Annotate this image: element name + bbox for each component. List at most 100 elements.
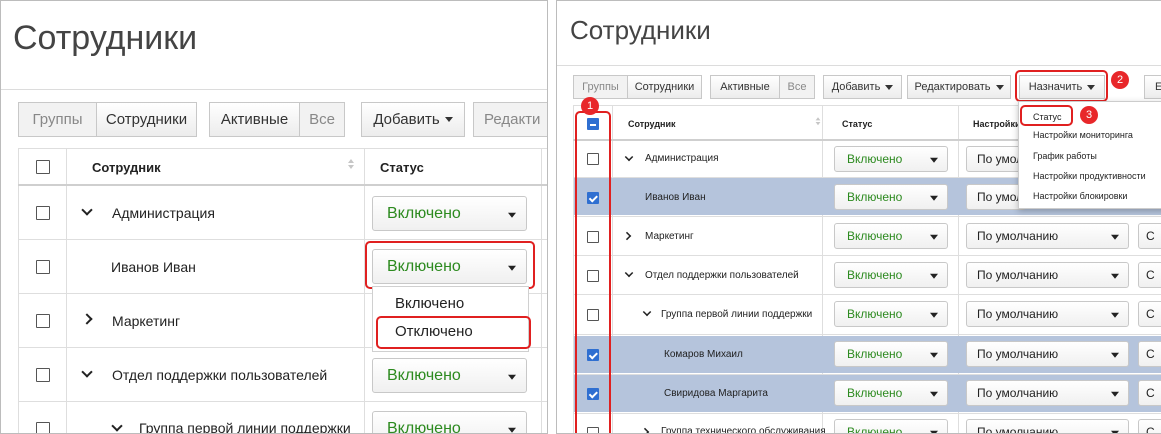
title-divider xyxy=(557,65,1161,66)
status-select[interactable]: Включено xyxy=(834,380,948,406)
settings-select[interactable]: По умолчанию xyxy=(966,380,1129,406)
filter-group: Группы Сотрудники xyxy=(573,75,702,99)
employee-column-header[interactable]: Сотрудник xyxy=(92,160,161,175)
step-badge-3: 3 xyxy=(1080,106,1098,124)
row-divider xyxy=(18,239,547,240)
row-name: Администрация xyxy=(112,205,215,221)
caret-down-icon xyxy=(930,391,938,397)
groups-button[interactable]: Группы xyxy=(18,102,97,137)
row-checkbox[interactable] xyxy=(36,368,50,382)
chevron-down-icon[interactable] xyxy=(111,420,123,432)
caret-down-icon xyxy=(1111,312,1119,318)
caret-down-icon xyxy=(995,84,1004,90)
row-name: Отдел поддержки пользователей xyxy=(645,270,799,281)
chevron-right-icon[interactable] xyxy=(622,231,632,241)
row-name: Иванов Иван xyxy=(111,259,196,275)
status-select[interactable]: Включено xyxy=(834,341,948,367)
chevron-down-icon[interactable] xyxy=(624,268,634,278)
status-select[interactable]: Включено xyxy=(834,419,948,433)
employee-column-header[interactable]: Сотрудник xyxy=(628,119,676,129)
row-name: Группа первой линии поддержки xyxy=(139,420,351,434)
status-select[interactable]: Включено xyxy=(834,223,948,249)
groups-button[interactable]: Группы xyxy=(573,75,628,99)
settings-select[interactable]: По умол xyxy=(966,184,1026,210)
assign-menu-schedule[interactable]: График работы xyxy=(1033,151,1097,161)
employees-button[interactable]: Сотрудники xyxy=(96,102,197,137)
status-select[interactable]: Включено xyxy=(834,262,948,288)
left-panel: Сотрудники Группы Сотрудники Активные Вс… xyxy=(0,0,548,434)
status-select[interactable]: Включено xyxy=(372,411,527,433)
option-highlight xyxy=(376,316,531,349)
status-select[interactable]: Включено xyxy=(834,301,948,327)
settings-select[interactable]: По умолчанию xyxy=(966,223,1129,249)
add-button-label: Добавить xyxy=(373,111,440,128)
settings-select[interactable]: По умолчанию xyxy=(966,341,1129,367)
row-divider xyxy=(573,255,1161,256)
chevron-down-icon[interactable] xyxy=(624,152,634,162)
chevron-down-icon[interactable] xyxy=(642,307,652,317)
settings-value: По умолчанию xyxy=(977,229,1059,243)
add-button[interactable]: Добавить xyxy=(823,75,902,99)
settings-value: По умолчанию xyxy=(977,347,1059,361)
row-checkbox[interactable] xyxy=(36,422,50,433)
row-checkbox[interactable] xyxy=(36,206,50,220)
chevron-right-icon[interactable] xyxy=(640,427,650,433)
sort-icon[interactable] xyxy=(815,117,821,127)
header-divider xyxy=(18,184,547,186)
extra-select[interactable]: С xyxy=(1138,341,1161,367)
status-select[interactable]: Включено xyxy=(372,196,527,231)
status-select[interactable]: Включено xyxy=(834,146,948,172)
employees-button[interactable]: Сотрудники xyxy=(627,75,702,99)
status-value: Включено xyxy=(847,347,903,361)
right-panel: Сотрудники Группы Сотрудники Активные Вс… xyxy=(556,0,1161,434)
extra-select[interactable]: С xyxy=(1138,380,1161,406)
edit-button[interactable]: Редактировать xyxy=(907,75,1011,99)
page-title: Сотрудники xyxy=(570,15,711,45)
row-name: Маркетинг xyxy=(645,231,694,242)
extra-button[interactable]: Е xyxy=(1144,75,1161,99)
caret-down-icon xyxy=(508,212,516,218)
extra-select[interactable]: С xyxy=(1138,419,1161,433)
extra-value: С xyxy=(1146,347,1155,361)
add-button[interactable]: Добавить xyxy=(361,102,465,137)
chevron-down-icon[interactable] xyxy=(81,204,93,216)
assign-menu-blocking[interactable]: Настройки блокировки xyxy=(1033,191,1127,201)
row-checkbox[interactable] xyxy=(36,314,50,328)
status-select[interactable]: Включено xyxy=(372,358,527,393)
add-button-label: Добавить xyxy=(831,81,881,93)
sort-icon[interactable] xyxy=(348,159,354,171)
status-column-header: Статус xyxy=(842,119,873,129)
active-button[interactable]: Активные xyxy=(209,102,300,137)
status-select[interactable]: Включено xyxy=(834,184,948,210)
status-value: Включено xyxy=(847,190,903,204)
extra-select[interactable]: С xyxy=(1138,301,1161,327)
caret-down-icon xyxy=(1111,391,1119,397)
settings-select[interactable]: По умолчанию xyxy=(966,419,1129,433)
caret-down-icon xyxy=(508,374,516,380)
active-button[interactable]: Активные xyxy=(710,75,780,99)
all-button[interactable]: Все xyxy=(299,102,345,137)
status-value: Включено xyxy=(847,268,903,282)
settings-value: По умолчанию xyxy=(977,386,1059,400)
step-badge-2: 2 xyxy=(1111,71,1129,89)
extra-value: С xyxy=(1146,268,1155,282)
settings-select[interactable]: По умолчанию xyxy=(966,262,1129,288)
status-option-on[interactable]: Включено xyxy=(395,295,464,312)
chevron-down-icon[interactable] xyxy=(81,366,93,378)
extra-select[interactable]: С xyxy=(1138,223,1161,249)
status-value: Включено xyxy=(387,204,461,222)
title-divider xyxy=(1,89,547,90)
settings-select[interactable]: По умол xyxy=(966,146,1026,172)
row-checkbox[interactable] xyxy=(36,260,50,274)
all-button[interactable]: Все xyxy=(779,75,815,99)
status-item-highlight xyxy=(1020,105,1073,126)
assign-menu-productivity[interactable]: Настройки продуктивности xyxy=(1033,171,1146,181)
select-all-checkbox[interactable] xyxy=(36,160,50,174)
checkbox-column-highlight xyxy=(575,111,611,433)
extra-select[interactable]: С xyxy=(1138,262,1161,288)
edit-button[interactable]: Редакти xyxy=(473,102,547,137)
chevron-right-icon[interactable] xyxy=(81,313,93,325)
settings-select[interactable]: По умолчанию xyxy=(966,301,1129,327)
assign-menu-monitoring[interactable]: Настройки мониторинга xyxy=(1033,130,1133,140)
edit-button-label: Редактировать xyxy=(914,81,991,93)
